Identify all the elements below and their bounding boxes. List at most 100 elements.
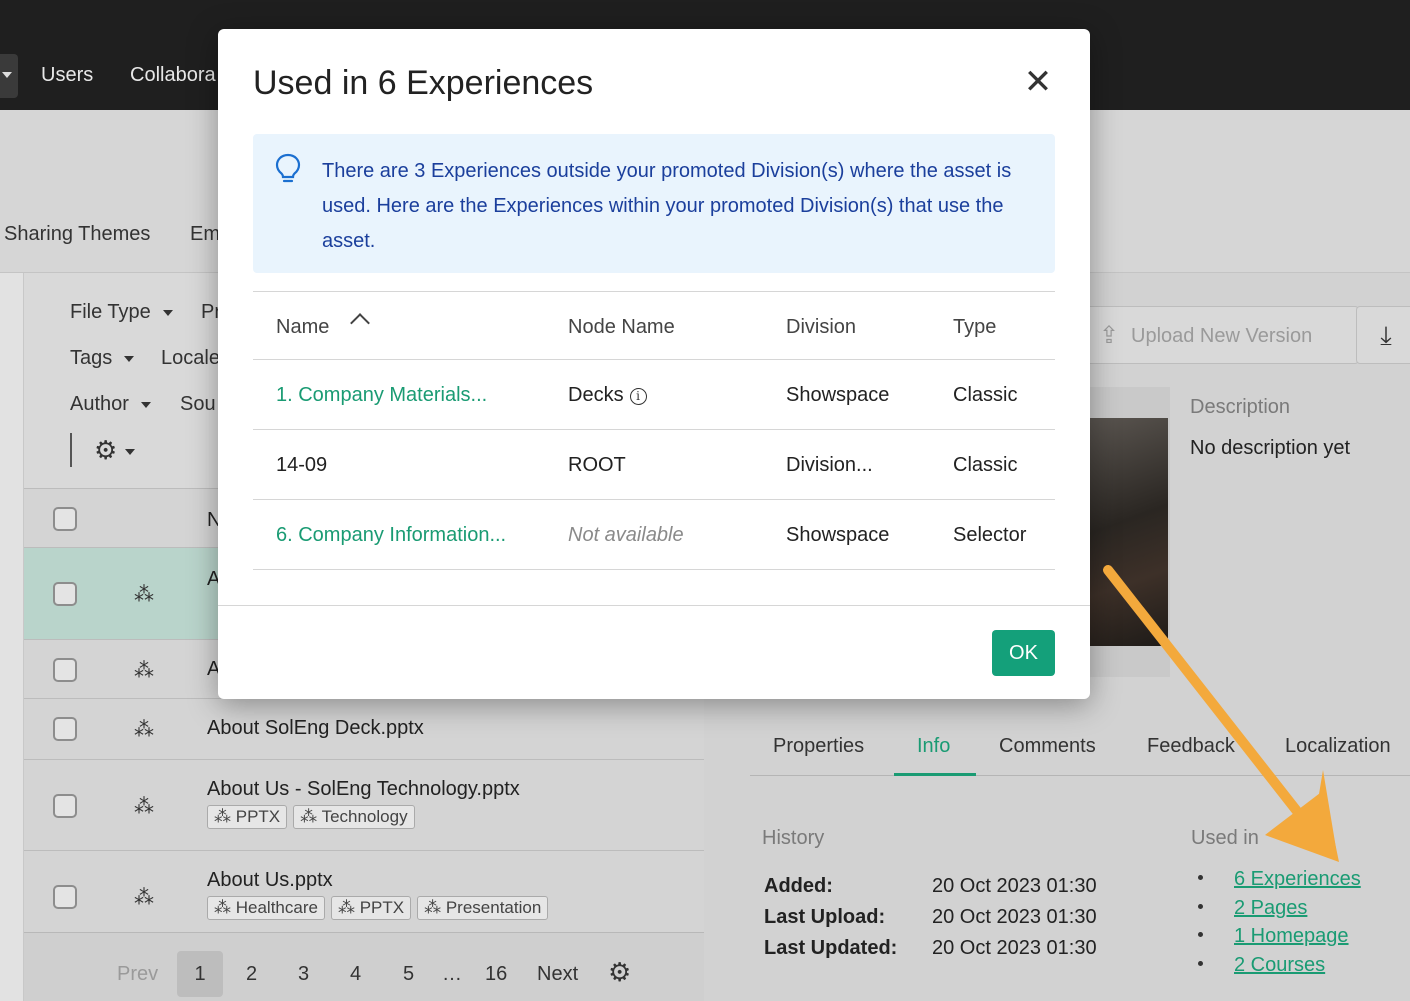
division-cell: Showspace (786, 384, 890, 406)
caret-down-icon (140, 401, 151, 408)
row-checkbox[interactable] (53, 794, 77, 818)
file-name[interactable]: About Us.pptx (207, 869, 333, 892)
experience-name-link[interactable]: 6. Company Information... (276, 524, 506, 547)
node-name-unavailable: Not available (568, 524, 684, 546)
page-button[interactable]: 5 (403, 963, 414, 986)
next-page-button[interactable]: Next (537, 963, 578, 986)
page-button[interactable]: 3 (298, 963, 309, 986)
tab-comments[interactable]: Comments (999, 735, 1096, 758)
tab-info[interactable]: Info (917, 735, 950, 758)
file-name[interactable]: About SolEng Deck.pptx (207, 717, 424, 740)
tag-badge[interactable]: ⁂ PPTX (207, 805, 288, 829)
tag-badge[interactable]: ⁂ Presentation (417, 896, 549, 920)
select-all-checkbox[interactable] (53, 507, 77, 531)
history-last-upload-label: Last Upload: (764, 906, 886, 928)
page-button[interactable]: 16 (485, 963, 507, 986)
prev-page-button[interactable]: Prev (117, 963, 158, 986)
table-row: 14-09 ROOT Division... Classic (253, 430, 1055, 500)
history-label: History (762, 827, 825, 849)
info-message: There are 3 Experiences outside your pro… (322, 160, 1012, 252)
tab-localization[interactable]: Localization (1285, 735, 1391, 758)
filter-file-type[interactable]: File Type (70, 301, 173, 324)
footer-divider (218, 605, 1090, 606)
description-text: No description yet (1190, 437, 1351, 459)
info-icon[interactable]: i (629, 388, 647, 405)
divider (70, 433, 72, 467)
experience-name-link[interactable]: 1. Company Materials... (276, 384, 487, 407)
pptx-file-icon: ⁂ (134, 796, 154, 818)
column-header-type: Type (953, 316, 997, 338)
page-button[interactable]: 4 (350, 963, 361, 986)
pptx-file-icon: ⁂ (134, 887, 154, 909)
info-alert: There are 3 Experiences outside your pro… (253, 134, 1055, 273)
table-row: 6. Company Information... Not available … (253, 500, 1055, 570)
lightbulb-icon (275, 153, 301, 183)
history-last-upload-value: 20 Oct 2023 01:30 (932, 906, 1097, 928)
pagination: Prev 1 2 3 4 5 … 16 Next ⚙ (24, 932, 704, 1001)
caret-down-icon (2, 72, 12, 78)
tab-em[interactable]: Em (190, 223, 220, 246)
download-icon: ⤓ (1380, 320, 1392, 350)
pptx-file-icon: ⁂ (134, 719, 154, 741)
division-cell: Division... (786, 454, 873, 476)
experiences-table-header: Name Node Name Division Type (253, 291, 1055, 360)
upload-new-version-button[interactable]: ⇪ Upload New Version (1084, 306, 1359, 364)
active-tab-indicator (894, 773, 976, 776)
asset-thumbnail (1090, 387, 1170, 677)
row-checkbox[interactable] (53, 717, 77, 741)
tab-feedback[interactable]: Feedback (1147, 735, 1235, 758)
column-header-name[interactable]: Name (276, 316, 329, 339)
table-row[interactable]: ⁂ About SolEng Deck.pptx (24, 698, 704, 759)
upload-icon: ⇪ (1099, 322, 1120, 349)
nav-collaboration[interactable]: Collabora (130, 64, 216, 87)
used-in-homepage-link[interactable]: 1 Homepage (1234, 925, 1349, 948)
history-last-updated-value: 20 Oct 2023 01:30 (932, 937, 1097, 959)
table-row[interactable]: ⁂ About Us - SolEng Technology.pptx ⁂ PP… (24, 759, 704, 850)
tag-list: ⁂ PPTX ⁂ Technology (207, 805, 415, 829)
filter-tags[interactable]: Tags (70, 347, 135, 370)
left-sidebar-strip (0, 273, 24, 1001)
tag-badge[interactable]: ⁂ PPTX (330, 896, 412, 920)
node-name-link[interactable]: Decks i (568, 384, 647, 407)
tag-list: ⁂ Healthcare ⁂ PPTX ⁂ Presentation (207, 896, 549, 920)
gear-icon[interactable]: ⚙ (608, 957, 631, 988)
row-checkbox[interactable] (53, 582, 77, 606)
type-cell: Classic (953, 384, 1018, 406)
tag-badge[interactable]: ⁂ Healthcare (207, 896, 325, 920)
used-in-label: Used in (1191, 827, 1259, 849)
used-in-pages-link[interactable]: 2 Pages (1234, 897, 1307, 920)
gear-icon[interactable]: ⚙ (94, 435, 136, 466)
nav-users[interactable]: Users (41, 64, 93, 87)
pptx-file-icon: ⁂ (134, 584, 154, 606)
pptx-file-icon: ⁂ (134, 660, 154, 682)
node-name: ROOT (568, 454, 626, 476)
tab-properties[interactable]: Properties (773, 735, 864, 758)
tag-badge[interactable]: ⁂ Technology (293, 805, 415, 829)
used-in-experiences-dialog: Used in 6 Experiences ✕ There are 3 Expe… (218, 29, 1090, 699)
table-row[interactable]: ⁂ About Us.pptx ⁂ Healthcare ⁂ PPTX ⁂ Pr… (24, 850, 704, 932)
used-in-courses-link[interactable]: 2 Courses (1234, 954, 1325, 977)
description-label: Description (1190, 396, 1291, 418)
filter-locale[interactable]: Locale (161, 347, 220, 370)
tab-sharing-themes[interactable]: Sharing Themes (4, 223, 150, 246)
table-row: 1. Company Materials... Decks i Showspace… (253, 360, 1055, 430)
used-in-experiences-link[interactable]: 6 Experiences (1234, 868, 1361, 891)
caret-down-icon (124, 355, 135, 362)
download-button[interactable]: ⤓ (1356, 306, 1410, 364)
filter-author[interactable]: Author (70, 393, 151, 416)
page-ellipsis: … (442, 963, 462, 985)
sort-ascending-icon[interactable] (350, 313, 370, 333)
filter-source[interactable]: Sou (180, 393, 216, 416)
experience-name: 14-09 (276, 454, 328, 476)
close-icon[interactable]: ✕ (1018, 63, 1058, 103)
page-button-current[interactable]: 1 (177, 951, 223, 997)
ok-button[interactable]: OK (992, 630, 1055, 676)
menu-dropdown-button[interactable] (0, 54, 18, 98)
file-name[interactable]: About Us - SolEng Technology.pptx (207, 778, 520, 801)
division-cell: Showspace (786, 524, 890, 546)
row-checkbox[interactable] (53, 658, 77, 682)
history-last-updated-label: Last Updated: (764, 937, 898, 959)
row-checkbox[interactable] (53, 885, 77, 909)
type-cell: Classic (953, 454, 1018, 476)
page-button[interactable]: 2 (246, 963, 257, 986)
